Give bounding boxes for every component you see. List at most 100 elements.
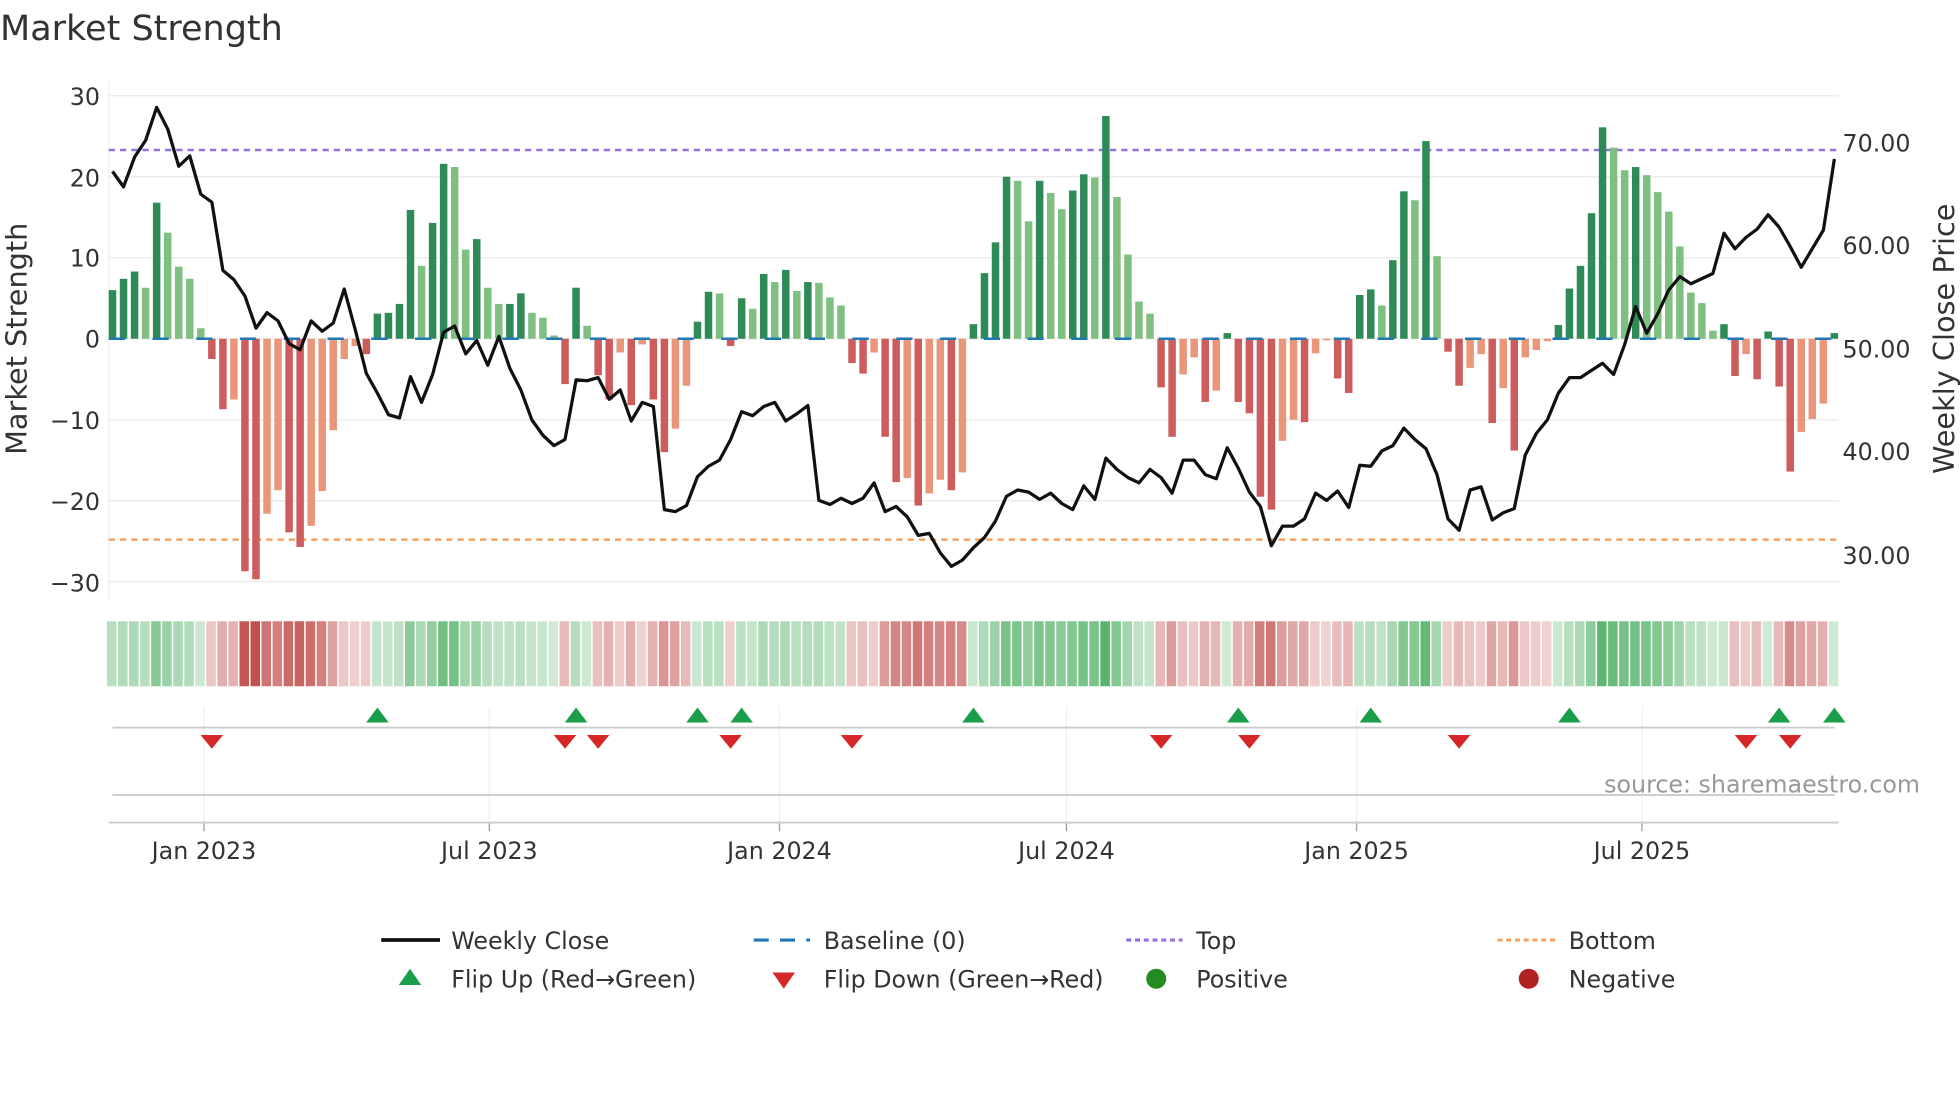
heat-strip [107, 621, 1839, 687]
bar-negative [1234, 338, 1243, 402]
heat-cell [1177, 621, 1188, 687]
heat-cell [471, 621, 481, 687]
bar-positive [1378, 305, 1386, 339]
bar-negative [1201, 338, 1209, 402]
heat-cell [1001, 621, 1011, 687]
y-tick-label: 10 [70, 244, 100, 272]
heat-cell [835, 621, 846, 687]
x-tick-label: Jan 2024 [725, 837, 832, 865]
bar-negative [1267, 338, 1276, 510]
bar-negative [1157, 338, 1165, 388]
flip-up-marker [686, 707, 709, 723]
bar-negative [252, 338, 260, 580]
bar-positive [1830, 333, 1839, 339]
heat-cell [978, 621, 989, 687]
bar-positive [1565, 288, 1574, 339]
bar-positive [1223, 333, 1232, 339]
bar-negative [848, 338, 856, 364]
y-right-tick-label: 50.00 [1843, 336, 1911, 364]
heat-cell [956, 621, 967, 687]
heat-cell [1508, 621, 1519, 687]
bar-positive [174, 266, 183, 339]
heat-cell [1817, 621, 1828, 687]
legend-label: Bottom [1569, 927, 1656, 955]
heat-cell [1310, 621, 1320, 687]
heat-cell [1343, 621, 1353, 687]
bar-negative [329, 338, 337, 431]
x-tick-label: Jul 2025 [1592, 837, 1691, 865]
y-right-axis-title: Weekly Close Price [1927, 204, 1960, 475]
bar-positive [715, 293, 724, 339]
bar-positive [1113, 197, 1121, 339]
heat-cell [1718, 621, 1729, 687]
strength-bars [108, 116, 1839, 580]
bar-negative [1488, 338, 1496, 423]
bar-positive [1102, 116, 1110, 339]
heat-cell [118, 621, 128, 687]
flip-down-marker [1149, 735, 1173, 749]
bar-positive [759, 273, 768, 339]
heat-cell [1365, 621, 1375, 687]
bar-negative [1731, 338, 1739, 377]
bar-negative [1786, 338, 1794, 472]
heat-cell [1023, 621, 1033, 687]
bar-positive [704, 291, 713, 339]
bar-positive [450, 167, 459, 339]
legend: Weekly Close Baseline (0) Top Bottom Fli… [381, 927, 1675, 994]
bar-negative [1510, 338, 1519, 451]
heat-cell [1453, 621, 1464, 687]
bar-positive [1422, 141, 1430, 339]
bar-positive [1587, 213, 1596, 339]
heat-cell [1398, 621, 1408, 687]
bar-positive [1355, 295, 1364, 339]
heat-cell [1045, 621, 1055, 687]
heat-cell [691, 621, 702, 687]
circle-green-icon [1146, 968, 1167, 989]
bar-negative [682, 338, 691, 386]
bar-positive [1035, 180, 1044, 339]
bar-positive [1598, 127, 1607, 339]
bar-positive [1698, 303, 1706, 339]
bar-negative [1245, 338, 1254, 414]
heat-cell [945, 621, 956, 687]
bar-positive [1080, 174, 1088, 339]
x-tick-label: Jan 2023 [150, 837, 257, 865]
bar-positive [1091, 177, 1099, 339]
bar-positive [837, 305, 845, 339]
legend-item-flip-up: Flip Up (Red→Green) [398, 966, 696, 994]
heat-cell [725, 621, 735, 687]
bar-negative [947, 338, 956, 491]
heat-cell [1409, 621, 1419, 687]
heat-cell [570, 621, 581, 687]
bar-negative [340, 338, 349, 360]
bar-positive [826, 297, 834, 339]
bar-negative [1532, 338, 1541, 351]
flip-up-marker [1558, 707, 1581, 723]
bar-positive [1687, 292, 1695, 339]
heat-cell [338, 621, 349, 687]
heat-cell [1729, 621, 1740, 687]
bar-negative [208, 338, 216, 360]
heat-cell [636, 621, 647, 687]
bar-positive [119, 278, 128, 339]
bar-positive [804, 282, 812, 339]
heat-cell [1674, 621, 1684, 687]
bar-negative [1212, 338, 1220, 391]
heat-cell [405, 621, 415, 687]
flip-down-marker [553, 735, 577, 749]
heat-cell [658, 621, 669, 687]
bar-positive [1367, 289, 1375, 339]
flip-up-marker [1359, 707, 1383, 723]
heat-cell [1288, 621, 1298, 687]
bar-negative [1179, 338, 1187, 375]
heat-cell [747, 621, 757, 687]
bar-positive [439, 163, 448, 339]
left-y-ticks: 30 20 10 0 −10 −20 −30 [50, 83, 100, 597]
heat-cell [923, 621, 934, 687]
heat-cell [184, 621, 194, 687]
heat-cell [1464, 621, 1475, 687]
heat-cell [239, 621, 249, 687]
heat-cell [824, 621, 834, 687]
heat-cell [934, 621, 945, 687]
heat-cell [438, 621, 448, 687]
